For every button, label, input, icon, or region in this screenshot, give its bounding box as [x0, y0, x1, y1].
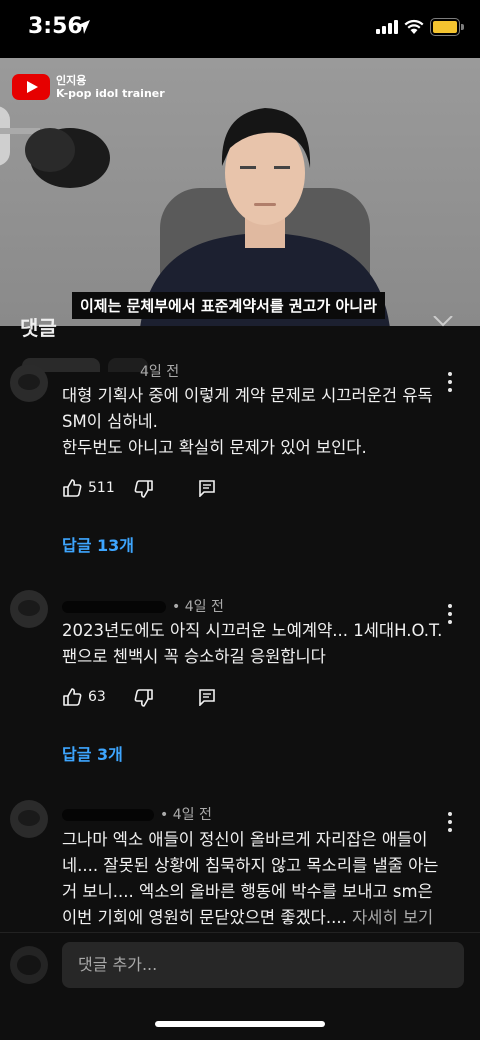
avatar[interactable] — [10, 364, 48, 402]
comment-line: 네.... 잘못된 상황에 침묵하지 않고 목소리를 낼줄 아는 — [62, 856, 439, 875]
close-icon[interactable] — [432, 316, 454, 328]
comment-text: 그나마 엑소 애들이 정신이 올바르게 자리잡은 애들이 네.... 잘못된 상… — [62, 827, 447, 931]
comment-meta: • 4일 전 — [62, 804, 212, 824]
more-vert-icon[interactable] — [447, 372, 453, 396]
wifi-icon — [404, 19, 424, 34]
comment-meta: • 4일 전 — [62, 596, 224, 616]
comments-panel-title: 댓글 — [20, 316, 57, 340]
reply-comment-icon[interactable] — [198, 479, 216, 497]
comment-line: 거 보니.... 엑소의 올바른 행동에 박수를 보내고 sm은 — [62, 882, 433, 901]
more-vert-icon[interactable] — [447, 604, 453, 628]
comment-line: 한두번도 아니고 확실히 문제가 있어 보인다. — [62, 438, 367, 457]
comment-age: 4일 전 — [184, 599, 224, 615]
battery-tip — [461, 24, 464, 30]
cellular-signal-icon — [376, 20, 398, 34]
location-arrow-icon — [76, 20, 90, 34]
comment-age: 4일 전 — [172, 807, 212, 823]
status-bar: 3:56 — [0, 0, 480, 58]
redacted-username — [62, 601, 166, 613]
microphone-shape — [0, 106, 110, 188]
thumbs-up-icon[interactable] — [62, 478, 82, 498]
thumbs-up-icon[interactable] — [62, 687, 82, 707]
comment-line: 그나마 엑소 애들이 정신이 올바르게 자리잡은 애들이 — [62, 830, 428, 849]
redacted-username — [62, 809, 154, 821]
thumbs-down-icon[interactable] — [134, 688, 154, 708]
comment-line: 팬으로 첸백시 꼭 승소하길 응원합니다 — [62, 647, 326, 666]
read-more-link[interactable]: 자세히 보기 — [352, 908, 433, 927]
like-count: 63 — [88, 689, 106, 705]
video-player[interactable]: 인지용 K-pop idol trainer 이제는 문체부에서 표준계약서를 … — [0, 58, 480, 326]
reply-comment-icon[interactable] — [198, 688, 216, 706]
comment-meta: 4일 전 — [140, 361, 179, 381]
view-replies-button[interactable]: 답글 13개 — [62, 532, 134, 556]
channel-name: 인지용 — [56, 74, 87, 87]
avatar[interactable] — [10, 590, 48, 628]
thumbs-down-icon[interactable] — [134, 479, 154, 499]
my-avatar — [10, 946, 48, 984]
channel-subtitle: K-pop idol trainer — [56, 87, 165, 100]
comment-text: 2023년도에도 아직 시끄러운 노예계약... 1세대H.O.T. 팬으로 첸… — [62, 618, 447, 670]
comment-line: 이번 기회에 영원히 문닫았으면 좋겠다.... 자세히 보기 — [62, 905, 447, 931]
home-indicator[interactable] — [155, 1021, 325, 1027]
comment-line: 2023년도에도 아직 시끄러운 노예계약... 1세대H.O.T. — [62, 621, 443, 640]
youtube-logo — [12, 74, 50, 100]
battery-icon — [430, 18, 460, 36]
comment-line: SM이 심하네. — [62, 412, 158, 431]
like-count: 511 — [88, 480, 115, 496]
add-comment-input[interactable]: 댓글 추가... — [62, 942, 464, 988]
more-vert-icon[interactable] — [447, 812, 453, 836]
comment-age: 4일 전 — [140, 364, 180, 380]
avatar[interactable] — [10, 800, 48, 838]
speaker-figure — [140, 108, 390, 326]
view-replies-button[interactable]: 답글 3개 — [62, 741, 123, 765]
comment-line-text: 이번 기회에 영원히 문닫았으면 좋겠다.... — [62, 908, 347, 927]
comment-line: 대형 기획사 중에 이렇게 계약 문제로 시끄러운건 유독 — [62, 386, 433, 405]
comment-text: 대형 기획사 중에 이렇게 계약 문제로 시끄러운건 유독 SM이 심하네. 한… — [62, 383, 447, 461]
video-caption: 이제는 문체부에서 표준계약서를 권고가 아니라 — [72, 292, 385, 319]
